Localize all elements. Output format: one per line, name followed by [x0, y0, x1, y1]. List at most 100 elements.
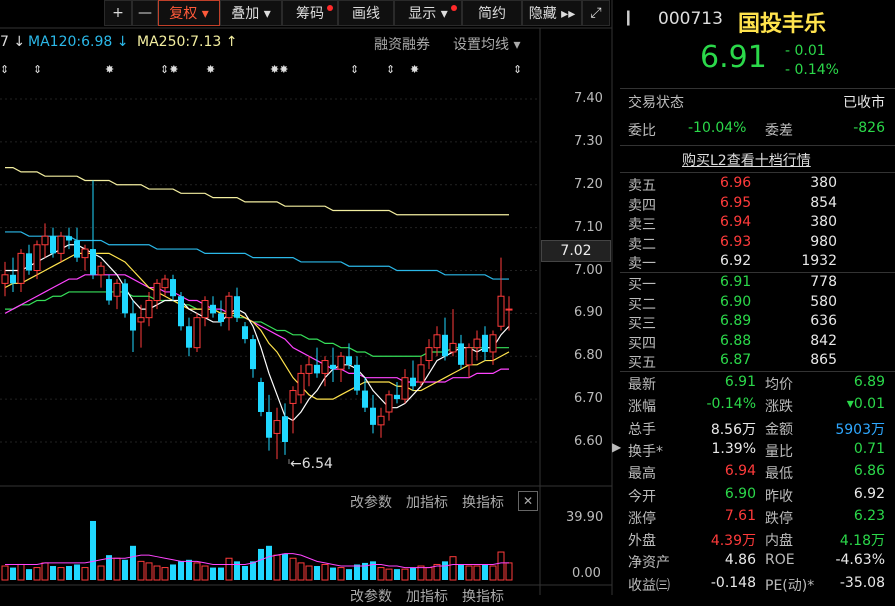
close-indicator-button[interactable]: ✕	[518, 491, 538, 511]
candle-body	[505, 308, 513, 311]
volume-bar	[122, 559, 128, 580]
change-param-button[interactable]: 改参数	[350, 492, 392, 512]
quote-label: 换手*	[628, 443, 663, 460]
quote-label-2: 昨收	[765, 488, 793, 505]
quote-label: 收益㈢	[628, 577, 670, 594]
volume-bar	[178, 561, 184, 580]
volume-bar	[458, 564, 464, 580]
last-price: 6.91	[700, 40, 767, 75]
quote-label: 今开	[628, 488, 656, 505]
quote-value-2: 6.89	[853, 374, 885, 390]
candle-body	[145, 300, 153, 319]
sell-order-volume: 980	[810, 233, 837, 250]
candle-body	[41, 235, 49, 246]
price-tick-label: 6.80	[574, 348, 603, 364]
event-marker-icon: ✸	[105, 63, 114, 76]
volume-bar	[97, 565, 105, 581]
quote-row: 最高 6.94 最低 6.86	[620, 463, 895, 485]
volume-bar	[193, 562, 201, 581]
weibi-label: 委比	[628, 123, 656, 139]
weibi-value: -10.04%	[688, 120, 747, 136]
buy-order-label: 买二	[628, 296, 656, 313]
ma5-line	[5, 244, 510, 422]
volume-bar	[210, 567, 216, 580]
volume-bar	[170, 564, 176, 580]
event-marker-icon: ⇕	[0, 63, 9, 76]
candle-body	[234, 296, 240, 318]
candle-body	[113, 282, 121, 297]
volume-bar	[161, 567, 169, 581]
buy-order-volume: 842	[810, 332, 837, 349]
buy-l2-link[interactable]: 购买L2查看十档行情	[682, 150, 811, 170]
volume-bar	[201, 565, 209, 581]
event-marker-icon: ⇕	[33, 63, 42, 76]
switch-indicator-button[interactable]: 换指标	[462, 492, 504, 512]
event-marker-icon: ⇕	[513, 63, 522, 76]
candle-body	[258, 381, 264, 412]
candle-body	[130, 313, 136, 331]
quote-label-2: 涨跌	[765, 399, 793, 416]
buy-order-label: 买一	[628, 277, 656, 293]
candle-body	[106, 279, 112, 301]
volume-bar	[130, 545, 136, 580]
volume-bar	[81, 567, 89, 581]
candle-body	[289, 390, 297, 404]
quote-label: 最新	[628, 377, 656, 393]
event-marker-icon: ⇕	[386, 63, 395, 76]
volume-bar	[346, 569, 352, 580]
candle-body	[266, 411, 272, 438]
volume-bar	[305, 565, 313, 581]
ma120-line	[5, 231, 509, 280]
quote-value: 7.61	[724, 507, 756, 524]
volume-bar	[410, 567, 416, 580]
quote-label-2: PE(动)*	[765, 577, 815, 594]
candle-body	[66, 236, 72, 241]
quote-row: 外盘 4.39万 内盘 4.18万	[620, 530, 895, 552]
volume-bar	[394, 569, 400, 580]
volume-bar	[113, 557, 121, 581]
add-indicator-button[interactable]: 加指标	[406, 492, 448, 512]
quote-value-2: 6.23	[853, 507, 885, 524]
candle-body	[489, 334, 497, 353]
menu-icon[interactable]: ❙	[622, 8, 635, 26]
buy-order-price: 6.87	[720, 352, 752, 369]
quote-row: 换手* 1.39% 量比 0.71	[620, 441, 895, 463]
candle-body	[210, 304, 216, 314]
candle-body	[354, 364, 360, 391]
candle-body	[193, 317, 201, 349]
change-param-button-2[interactable]: 改参数	[350, 586, 392, 606]
volume-bar	[1, 565, 9, 581]
volume-bar	[17, 563, 25, 581]
price-tick-label: 7.10	[574, 219, 603, 235]
switch-indicator-button-2[interactable]: 换指标	[462, 586, 504, 606]
volume-bar	[218, 567, 224, 580]
buy-order-label: 买五	[628, 355, 656, 372]
quote-row: 今开 6.90 昨收 6.92	[620, 486, 895, 508]
current-price-tag: 7.02	[541, 240, 611, 262]
candle-body	[330, 364, 336, 370]
candle-body	[473, 338, 481, 349]
candle-body	[305, 364, 313, 374]
candle-body	[242, 326, 248, 340]
add-indicator-button-2[interactable]: 加指标	[406, 586, 448, 606]
sell-order-price: 6.95	[720, 194, 752, 211]
price-tick-label: 7.20	[574, 176, 603, 192]
stock-code: 000713	[658, 9, 723, 29]
volume-bar	[442, 561, 448, 580]
candle-body	[273, 420, 281, 434]
candle-body	[465, 347, 473, 366]
quote-label-2: 量比	[765, 443, 793, 460]
sell-order-label: 卖二	[628, 236, 656, 253]
candle-body	[370, 407, 376, 425]
candle-body	[482, 334, 488, 352]
buy-order-volume: 865	[810, 352, 837, 369]
volume-bar	[489, 565, 497, 581]
quote-value-2: 6.86	[853, 463, 885, 480]
volume-ma-line	[5, 553, 509, 569]
stock-name: 国投丰乐	[738, 12, 827, 37]
quote-row: 涨停 7.61 跌停 6.23	[620, 508, 895, 530]
buy-order-price: 6.90	[720, 293, 752, 310]
volume-bar	[337, 567, 345, 581]
sell-order-price: 6.94	[720, 214, 752, 231]
candle-body	[401, 377, 409, 400]
